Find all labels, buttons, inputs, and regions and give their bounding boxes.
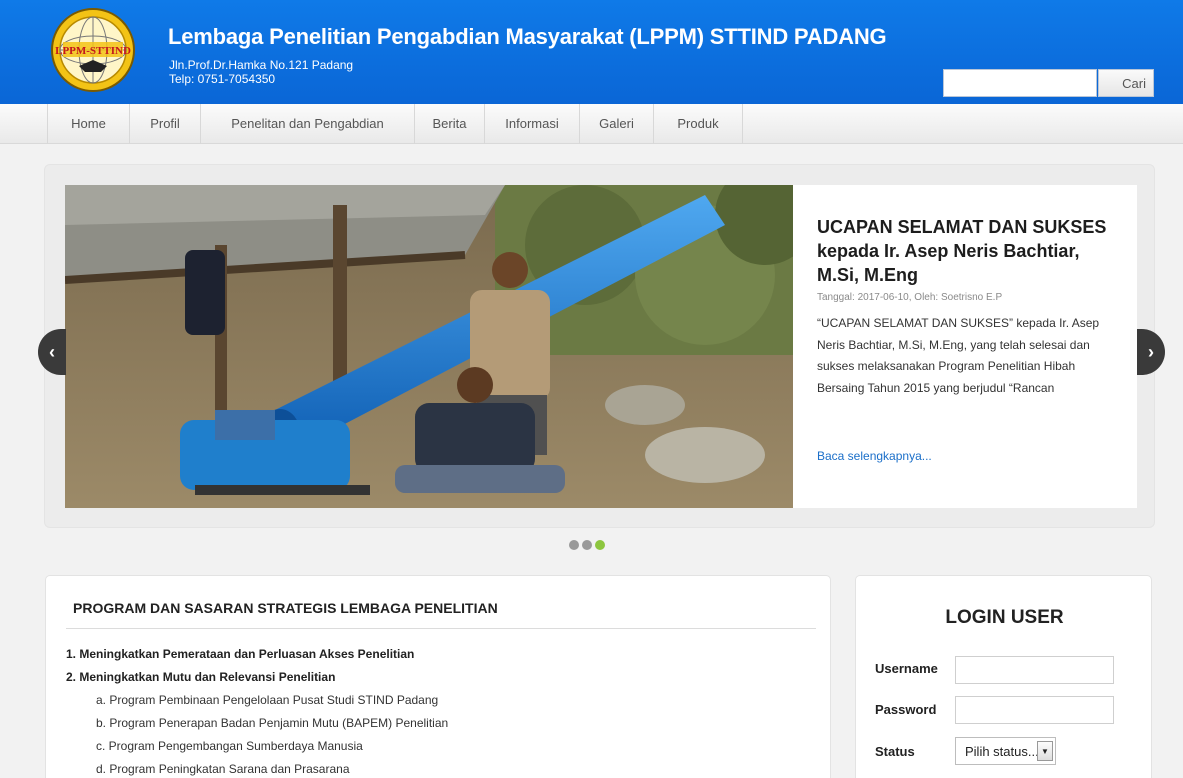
status-selected-value: Pilih status... xyxy=(965,744,1039,759)
program-item: 2. Meningkatkan Mutu dan Relevansi Penel… xyxy=(66,670,336,684)
slide-photo-illustration xyxy=(65,185,793,508)
slider-prev-button[interactable]: ‹ xyxy=(38,329,66,375)
chevron-down-icon: ▼ xyxy=(1037,741,1053,761)
read-more-link[interactable]: Baca selengkapnya... xyxy=(817,449,932,463)
svg-text:LPPM-STTIND: LPPM-STTIND xyxy=(55,45,131,57)
site-title: Lembaga Penelitian Pengabdian Masyarakat… xyxy=(168,24,887,49)
nav-item-produk[interactable]: Produk xyxy=(654,104,743,144)
nav-item-berita[interactable]: Berita xyxy=(415,104,485,144)
slide-caption-panel: UCAPAN SELAMAT DAN SUKSES kepada Ir. Ase… xyxy=(793,185,1137,508)
search-input[interactable] xyxy=(943,69,1097,97)
main-nav: Home Profil Penelitan dan Pengabdian Ber… xyxy=(0,104,1183,144)
search-button[interactable]: Cari xyxy=(1098,69,1154,97)
slider-dot-1[interactable] xyxy=(569,540,579,550)
program-subitem: a. Program Pembinaan Pengelolaan Pusat S… xyxy=(96,693,439,707)
status-select[interactable]: Pilih status... ▼ xyxy=(955,737,1056,765)
slide-title[interactable]: UCAPAN SELAMAT DAN SUKSES kepada Ir. Ase… xyxy=(817,215,1117,287)
nav-item-penelitian[interactable]: Penelitan dan Pengabdian xyxy=(201,104,415,144)
slide-body: “UCAPAN SELAMAT DAN SUKSES” kepada Ir. A… xyxy=(817,316,1100,395)
login-panel: LOGIN USER Username Password Status Pili… xyxy=(855,575,1152,778)
program-item: 1. Meningkatkan Pemerataan dan Perluasan… xyxy=(66,647,415,661)
status-label: Status xyxy=(875,744,915,759)
username-label: Username xyxy=(875,661,938,676)
program-subitem: c. Program Pengembangan Sumberdaya Manus… xyxy=(96,739,363,753)
slider-dot-3[interactable] xyxy=(595,540,605,550)
site-header: LPPM-STTIND Lembaga Penelitian Pengabdia… xyxy=(0,0,1183,104)
password-label: Password xyxy=(875,702,937,717)
lppm-logo[interactable]: LPPM-STTIND xyxy=(49,6,137,94)
nav-item-galeri[interactable]: Galeri xyxy=(580,104,654,144)
chevron-right-icon: › xyxy=(1148,341,1154,362)
slider-dot-2[interactable] xyxy=(582,540,592,550)
nav-item-informasi[interactable]: Informasi xyxy=(485,104,580,144)
slide-meta: Tanggal: 2017-06-10, Oleh: Soetrisno E.P xyxy=(817,292,1003,303)
password-input[interactable] xyxy=(955,696,1114,724)
program-subitem: d. Program Peningkatan Sarana dan Prasar… xyxy=(96,762,350,776)
program-panel: PROGRAM DAN SASARAN STRATEGIS LEMBAGA PE… xyxy=(45,575,831,778)
phone-line: Telp: 0751-7054350 xyxy=(169,72,276,86)
login-title: LOGIN USER xyxy=(945,607,1064,628)
slide-photo[interactable] xyxy=(65,185,793,508)
nav-item-home[interactable]: Home xyxy=(48,104,130,144)
program-subitem: b. Program Penerapan Badan Penjamin Mutu… xyxy=(96,716,449,730)
username-input[interactable] xyxy=(955,656,1114,684)
nav-item-profil[interactable]: Profil xyxy=(130,104,201,144)
slider-next-button[interactable]: › xyxy=(1137,329,1165,375)
slider-dots xyxy=(569,540,605,550)
program-title: PROGRAM DAN SASARAN STRATEGIS LEMBAGA PE… xyxy=(73,600,498,616)
address-line: Jln.Prof.Dr.Hamka No.121 Padang xyxy=(169,58,354,72)
divider xyxy=(66,628,816,629)
chevron-left-icon: ‹ xyxy=(49,341,55,362)
site-address: Jln.Prof.Dr.Hamka No.121 Padang Telp: 07… xyxy=(169,58,353,86)
nav-list: Home Profil Penelitan dan Pengabdian Ber… xyxy=(47,104,743,144)
